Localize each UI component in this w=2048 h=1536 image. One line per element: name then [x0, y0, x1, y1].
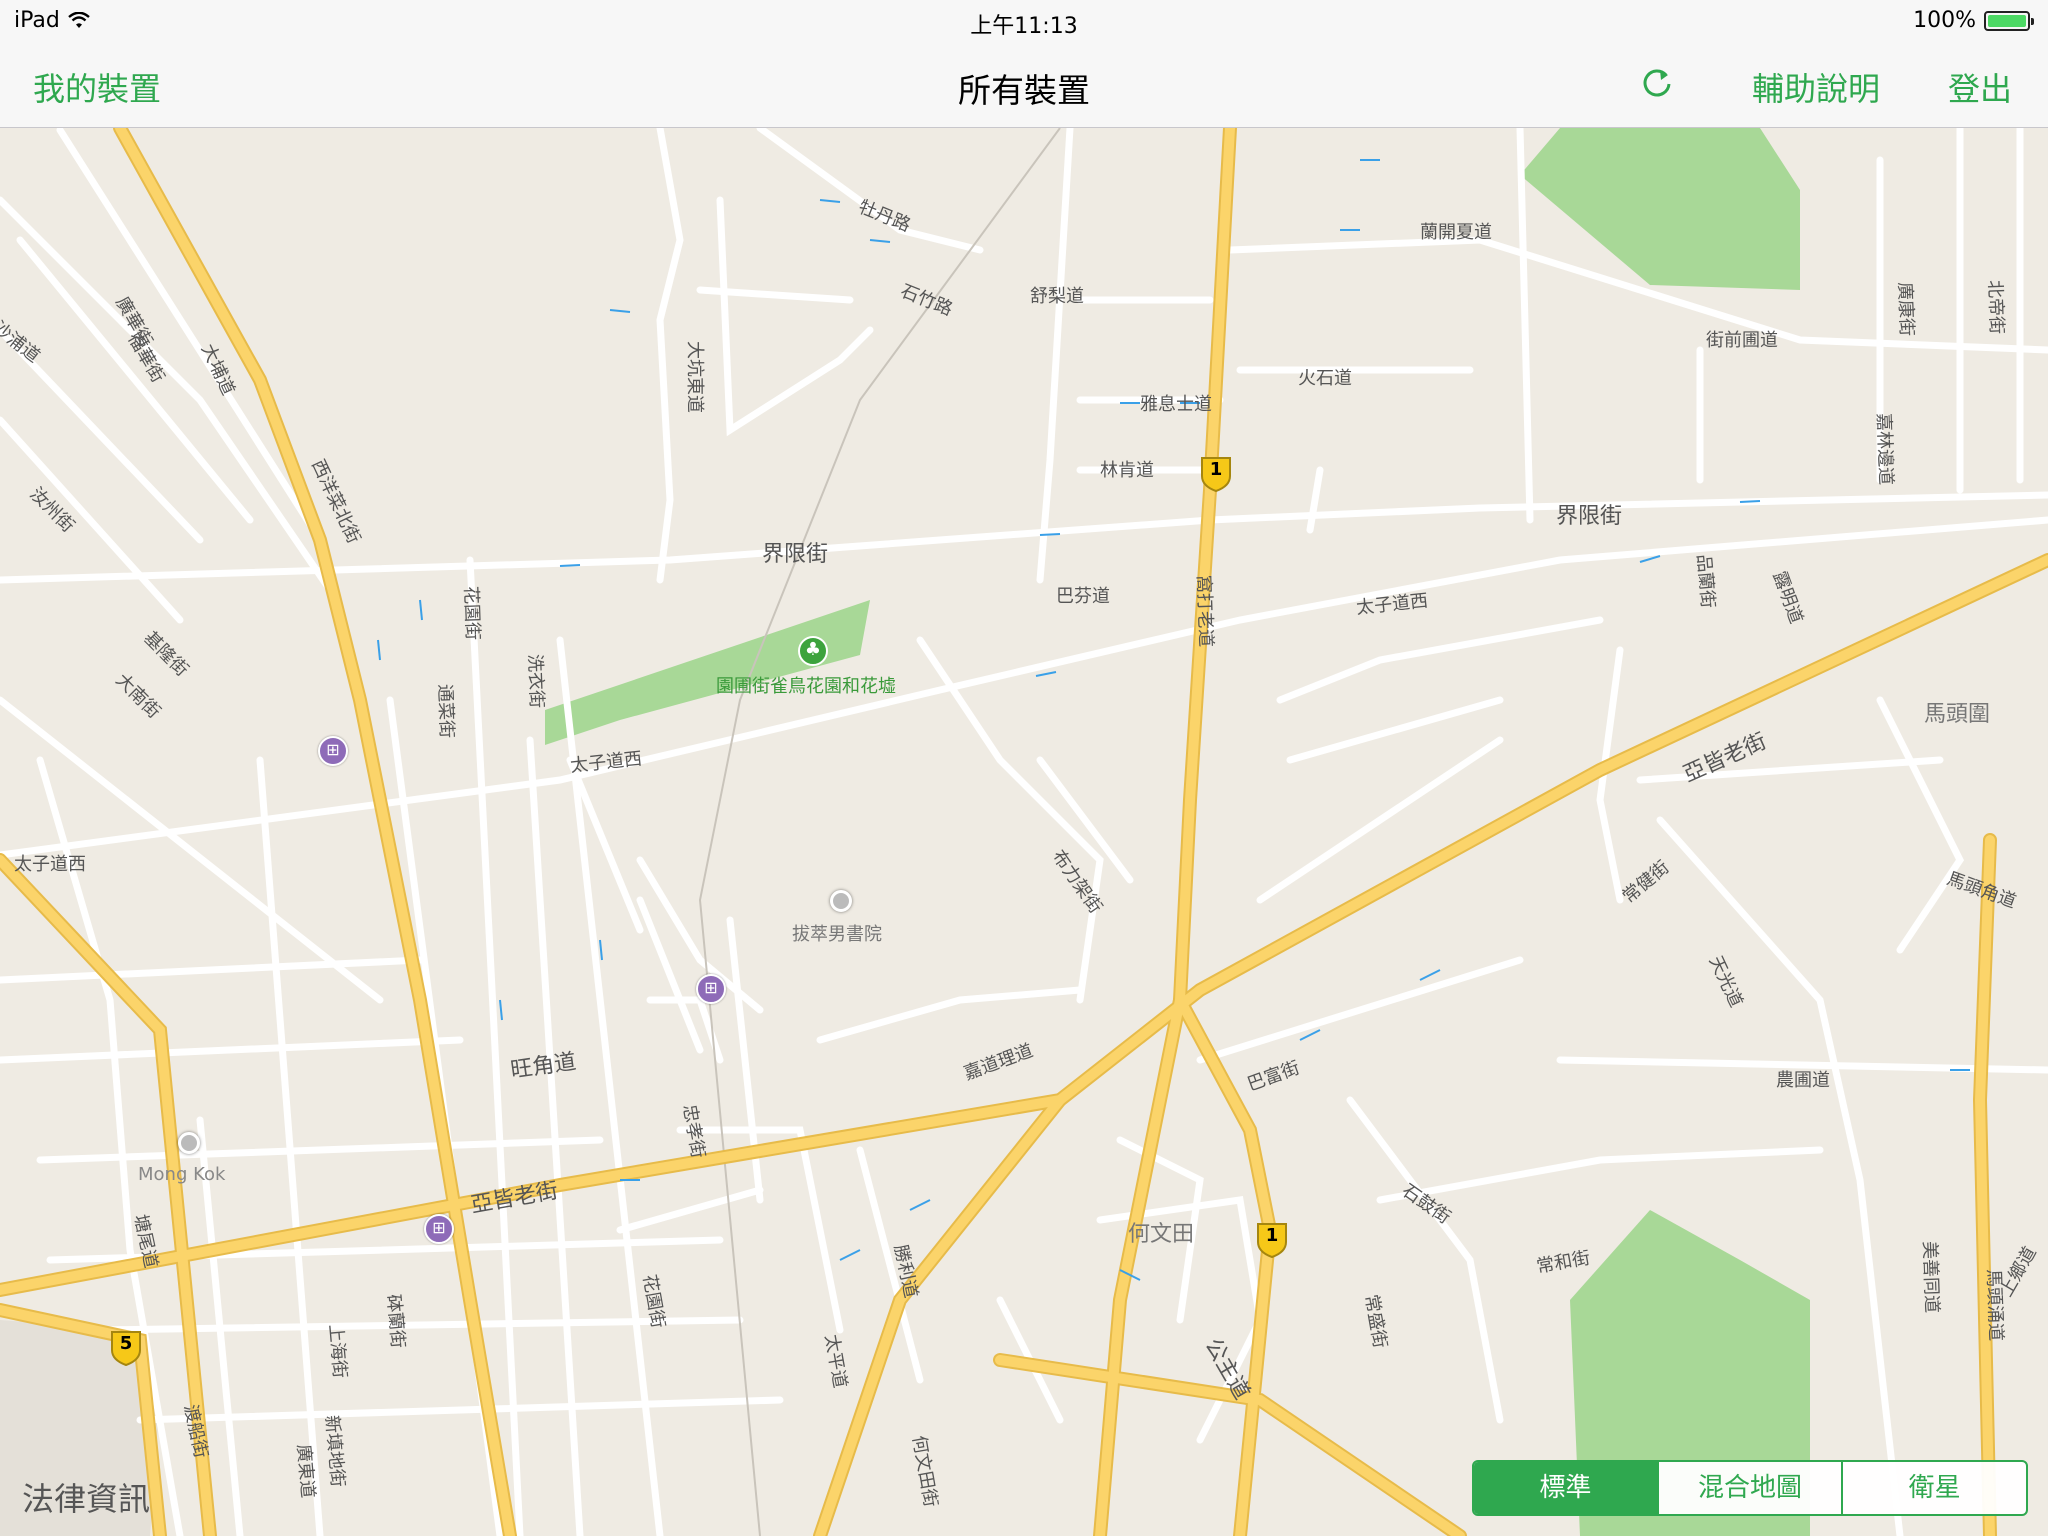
satellite-map-button[interactable]: 衛星: [1841, 1462, 2026, 1514]
street-label: 廣東道: [292, 1443, 319, 1499]
street-label: 街前圃道: [1706, 330, 1778, 351]
street-label: 北帝街: [1984, 279, 2007, 335]
status-time: 上午11:13: [970, 14, 1078, 39]
street-label: 砵蘭街: [382, 1293, 409, 1349]
station-marker[interactable]: [178, 1132, 200, 1154]
school-marker[interactable]: [830, 890, 852, 912]
street-label: 舒梨道: [1030, 286, 1084, 307]
street-label: 蘭開夏道: [1420, 222, 1492, 243]
status-right: 100%: [1913, 8, 2034, 33]
map-view[interactable]: 牡丹路 石竹路 蘭開夏道 舒梨道 街前圃道 大坑東道 雅息士道 火石道 林肯道 …: [0, 128, 2048, 1536]
street-label: 品蘭街: [1692, 553, 1719, 609]
park-icon[interactable]: ♣: [798, 636, 828, 666]
hybrid-map-button[interactable]: 混合地圖: [1656, 1462, 1842, 1514]
legal-link[interactable]: 法律資訊: [22, 1474, 150, 1520]
street-label: 林肯道: [1100, 460, 1154, 481]
poi-label[interactable]: 園圃街雀鳥花園和花墟: [716, 672, 896, 698]
street-label: 美善同道: [1918, 1240, 1943, 1314]
area-label: Mong Kok: [138, 1164, 226, 1185]
area-label: 馬頭圍: [1924, 702, 1991, 727]
street-label: 通菜街: [434, 683, 457, 739]
street-label: 界限街: [762, 542, 829, 567]
street-label: 廣康街: [1894, 281, 1917, 337]
street-label: 嘉林邊道: [1872, 412, 1897, 486]
street-label: 窩打老道: [1192, 574, 1217, 648]
street-label: 上海街: [324, 1323, 351, 1379]
refresh-icon[interactable]: [1640, 66, 1674, 100]
route-shield: 1: [1200, 456, 1232, 492]
train-station-icon[interactable]: ⊞: [424, 1214, 454, 1244]
street-label: 界限街: [1556, 504, 1623, 529]
street-label: 農圃道: [1776, 1070, 1830, 1091]
route-shield: 5: [110, 1330, 142, 1366]
train-station-icon[interactable]: ⊞: [696, 974, 726, 1004]
street-label: 花園街: [460, 585, 483, 641]
route-shield: 1: [1256, 1222, 1288, 1258]
poi-label[interactable]: 拔萃男書院: [792, 920, 882, 946]
battery-percent: 100%: [1913, 8, 1976, 33]
logout-button[interactable]: 登出: [1948, 64, 2012, 110]
street-label: 洗衣街: [524, 653, 547, 709]
page-title: 所有裝置: [958, 71, 1090, 110]
navigation-bar: 我的裝置 所有裝置 輔助說明 登出: [0, 40, 2048, 128]
status-bar: iPad 上午11:13 100%: [0, 0, 2048, 40]
street-label: 巴芬道: [1056, 586, 1110, 607]
street-label: 大坑東道: [684, 341, 705, 413]
battery-icon: [1984, 10, 2034, 31]
standard-map-button[interactable]: 標準: [1474, 1462, 1657, 1514]
map-type-control: 標準 混合地圖 衛星: [1472, 1460, 2028, 1516]
help-button[interactable]: 輔助說明: [1752, 64, 1880, 110]
train-station-icon[interactable]: ⊞: [318, 736, 348, 766]
street-label: 太子道西: [14, 854, 86, 875]
street-label: 火石道: [1298, 368, 1352, 389]
area-label: 何文田: [1128, 1222, 1195, 1247]
street-label: 雅息士道: [1140, 394, 1212, 415]
